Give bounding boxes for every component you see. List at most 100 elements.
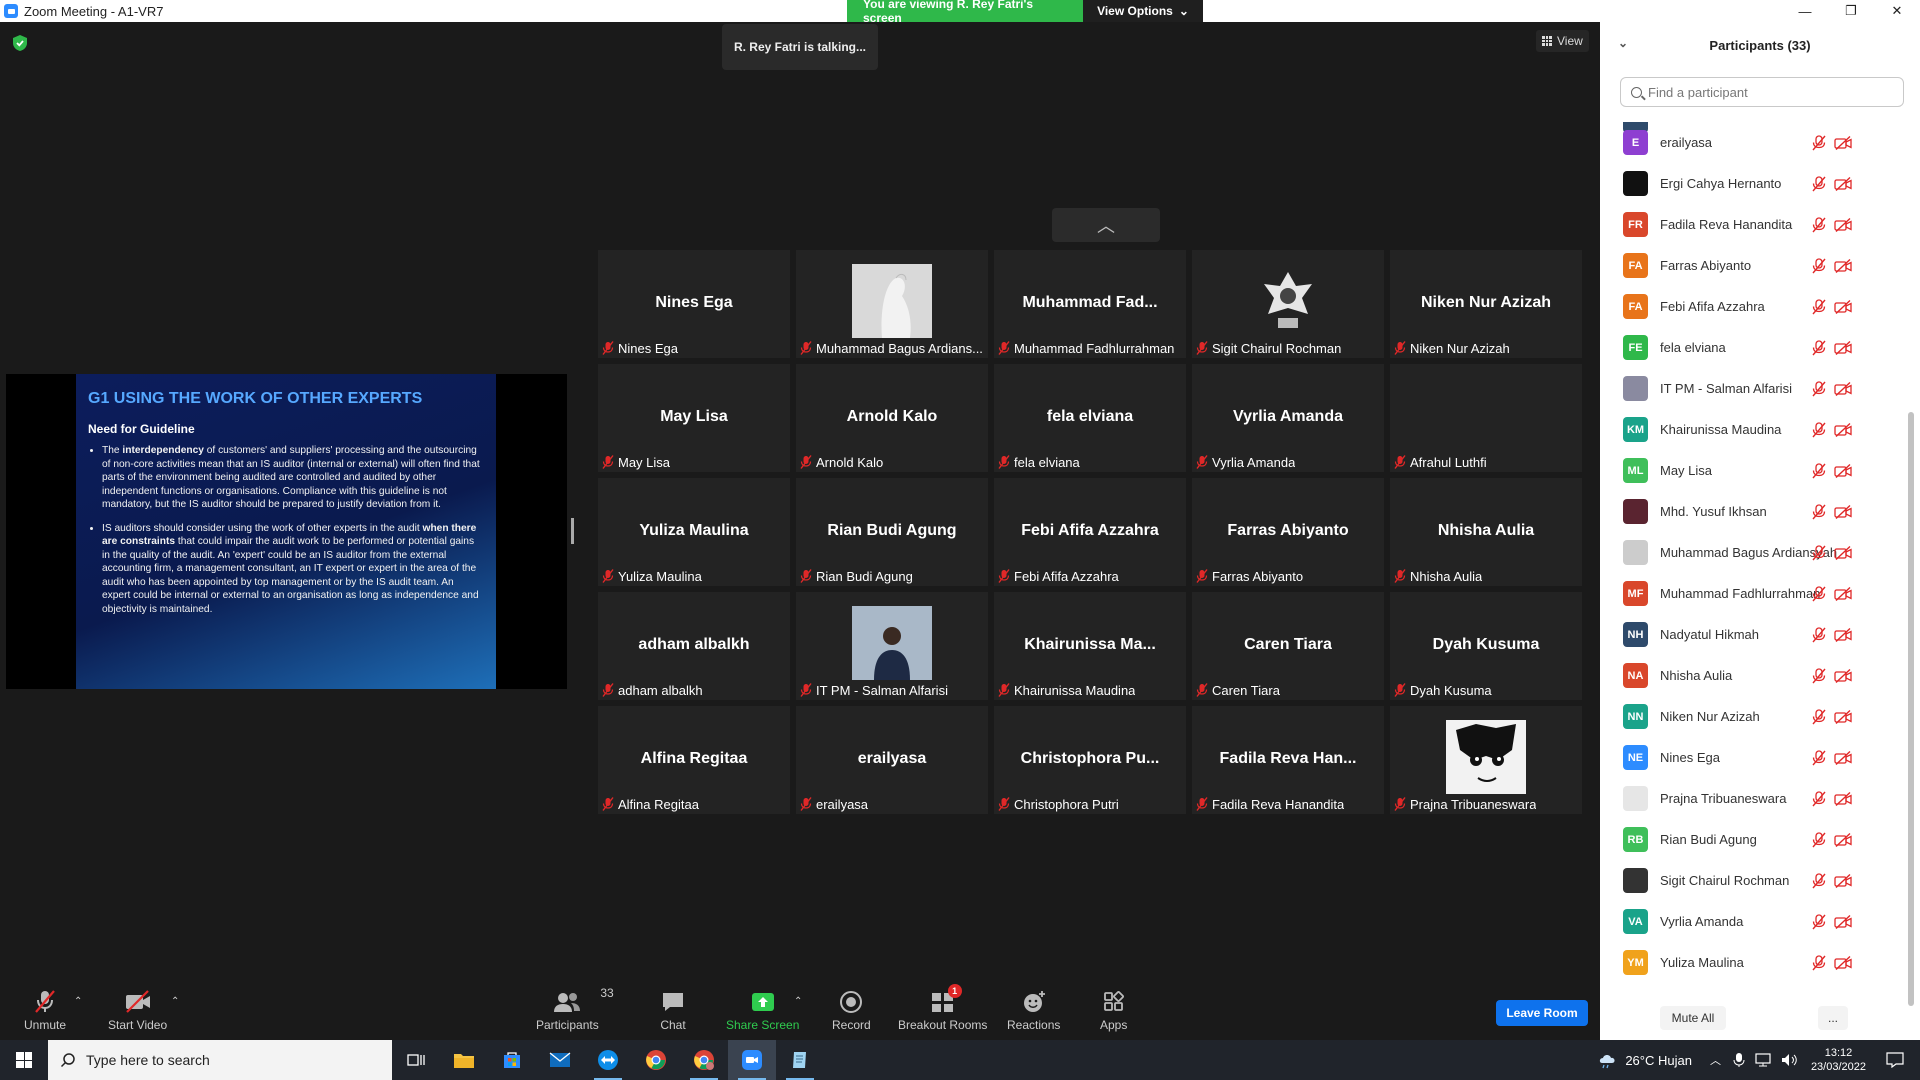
video-tile[interactable]: May Lisa May Lisa <box>598 364 790 472</box>
mic-muted-icon[interactable] <box>1812 954 1826 971</box>
view-options-button[interactable]: View Options ⌄ <box>1083 0 1203 22</box>
video-off-icon[interactable] <box>1834 422 1852 437</box>
microsoft-store-icon[interactable] <box>488 1040 536 1080</box>
more-options-button[interactable]: ... <box>1818 1006 1848 1030</box>
start-video-button[interactable]: Start Video <box>108 988 167 1032</box>
video-off-icon[interactable] <box>1834 750 1852 765</box>
video-tile[interactable]: Nines Ega Nines Ega <box>598 250 790 358</box>
weather-text[interactable]: 26°C Hujan <box>1625 1053 1692 1068</box>
volume-icon[interactable] <box>1781 1053 1799 1067</box>
participant-row[interactable]: MF Muhammad Fadhlurrahman <box>1600 573 1906 614</box>
participant-row[interactable]: FA Farras Abiyanto <box>1600 245 1906 286</box>
task-view-icon[interactable] <box>392 1040 440 1080</box>
participant-row[interactable]: NA Nhisha Aulia <box>1600 655 1906 696</box>
video-off-icon[interactable] <box>1834 381 1852 396</box>
mic-muted-icon[interactable] <box>1812 913 1826 930</box>
mic-muted-icon[interactable] <box>1812 790 1826 807</box>
gallery-page-up-button[interactable]: ︿ <box>1052 208 1160 242</box>
video-off-icon[interactable] <box>1834 545 1852 560</box>
video-off-icon[interactable] <box>1834 709 1852 724</box>
video-tile[interactable]: adham albalkh adham albalkh <box>598 592 790 700</box>
zoom-taskbar-icon[interactable] <box>728 1040 776 1080</box>
video-off-icon[interactable] <box>1834 135 1852 150</box>
video-off-icon[interactable] <box>1834 955 1852 970</box>
participant-row[interactable]: VA Vyrlia Amanda <box>1600 901 1906 942</box>
view-layout-button[interactable]: View <box>1536 30 1589 52</box>
mic-muted-icon[interactable] <box>1812 503 1826 520</box>
participant-row[interactable]: IT PM - Salman Alfarisi <box>1600 368 1906 409</box>
video-tile[interactable]: Caren Tiara Caren Tiara <box>1192 592 1384 700</box>
participant-row[interactable]: Sigit Chairul Rochman <box>1600 860 1906 901</box>
mic-muted-icon[interactable] <box>1812 708 1826 725</box>
participant-search-input[interactable]: Find a participant <box>1620 77 1904 107</box>
video-off-icon[interactable] <box>1834 791 1852 806</box>
video-tile[interactable]: Nhisha Aulia Nhisha Aulia <box>1390 478 1582 586</box>
participant-row[interactable]: Prajna Tribuaneswara <box>1600 778 1906 819</box>
participant-row[interactable]: KM Khairunissa Maudina <box>1600 409 1906 450</box>
mic-muted-icon[interactable] <box>1812 462 1826 479</box>
video-tile[interactable]: Afrahul Luthfi <box>1390 364 1582 472</box>
video-tile[interactable]: Fadila Reva Han... Fadila Reva Hanandita <box>1192 706 1384 814</box>
video-tile[interactable]: Muhammad Bagus Ardians... <box>796 250 988 358</box>
video-tile[interactable]: Alfina Regitaa Alfina Regitaa <box>598 706 790 814</box>
video-off-icon[interactable] <box>1834 668 1852 683</box>
video-off-icon[interactable] <box>1834 914 1852 929</box>
record-button[interactable]: Record <box>832 988 871 1032</box>
mute-all-button[interactable]: Mute All <box>1660 1006 1726 1030</box>
mic-muted-icon[interactable] <box>1812 667 1826 684</box>
mic-muted-icon[interactable] <box>1812 216 1826 233</box>
video-off-icon[interactable] <box>1834 504 1852 519</box>
video-off-icon[interactable] <box>1834 873 1852 888</box>
video-off-icon[interactable] <box>1834 217 1852 232</box>
video-off-icon[interactable] <box>1834 258 1852 273</box>
video-tile[interactable]: Christophora Pu... Christophora Putri <box>994 706 1186 814</box>
video-tile[interactable]: Febi Afifa Azzahra Febi Afifa Azzahra <box>994 478 1186 586</box>
chat-button[interactable]: Chat <box>660 988 686 1032</box>
chrome-icon[interactable] <box>632 1040 680 1080</box>
taskbar-clock[interactable]: 13:12 23/03/2022 <box>1811 1046 1866 1074</box>
notifications-icon[interactable] <box>1886 1052 1904 1068</box>
participant-row[interactable]: Muhammad Bagus Ardiansyah <box>1600 532 1906 573</box>
teamviewer-icon[interactable] <box>584 1040 632 1080</box>
split-view-handle[interactable] <box>571 518 574 544</box>
mic-muted-icon[interactable] <box>1812 380 1826 397</box>
mail-icon[interactable] <box>536 1040 584 1080</box>
share-options-caret[interactable]: ⌃ <box>794 996 802 1007</box>
video-tile[interactable]: fela elviana fela elviana <box>994 364 1186 472</box>
video-tile[interactable]: Muhammad Fad... Muhammad Fadhlurrahman <box>994 250 1186 358</box>
video-tile[interactable]: Rian Budi Agung Rian Budi Agung <box>796 478 988 586</box>
video-tile[interactable]: Vyrlia Amanda Vyrlia Amanda <box>1192 364 1384 472</box>
mic-muted-icon[interactable] <box>1812 421 1826 438</box>
participant-row[interactable]: RB Rian Budi Agung <box>1600 819 1906 860</box>
mic-muted-icon[interactable] <box>1812 298 1826 315</box>
video-tile[interactable]: Farras Abiyanto Farras Abiyanto <box>1192 478 1384 586</box>
participant-row[interactable]: FR Fadila Reva Hanandita <box>1600 204 1906 245</box>
video-off-icon[interactable] <box>1834 627 1852 642</box>
video-tile[interactable]: Yuliza Maulina Yuliza Maulina <box>598 478 790 586</box>
taskbar-search-box[interactable]: Type here to search <box>48 1040 392 1080</box>
notepad-icon[interactable] <box>776 1040 824 1080</box>
start-button[interactable] <box>0 1040 48 1080</box>
participant-row[interactable]: Eerailyasa <box>1600 122 1906 163</box>
video-tile[interactable]: erailyasa erailyasa <box>796 706 988 814</box>
mic-muted-icon[interactable] <box>1812 175 1826 192</box>
mic-muted-icon[interactable] <box>1812 544 1826 561</box>
mic-muted-icon[interactable] <box>1812 339 1826 356</box>
mic-muted-icon[interactable] <box>1812 872 1826 889</box>
participants-button[interactable]: 33 Participants <box>536 986 614 1032</box>
collapse-panel-chevron-icon[interactable]: ⌄ <box>1618 36 1628 50</box>
video-options-caret[interactable]: ⌃ <box>171 996 179 1007</box>
participant-row[interactable]: YM Yuliza Maulina <box>1600 942 1906 983</box>
video-tile[interactable]: Khairunissa Ma... Khairunissa Maudina <box>994 592 1186 700</box>
microphone-tray-icon[interactable] <box>1733 1052 1745 1068</box>
video-tile[interactable]: Sigit Chairul Rochman <box>1192 250 1384 358</box>
participant-row[interactable]: NN Niken Nur Azizah <box>1600 696 1906 737</box>
video-tile[interactable]: Niken Nur Azizah Niken Nur Azizah <box>1390 250 1582 358</box>
encryption-shield-icon[interactable] <box>12 34 28 52</box>
participant-row[interactable]: FE fela elviana <box>1600 327 1906 368</box>
video-tile[interactable]: Arnold Kalo Arnold Kalo <box>796 364 988 472</box>
participant-row[interactable]: NE Nines Ega <box>1600 737 1906 778</box>
participant-row[interactable]: Mhd. Yusuf Ikhsan <box>1600 491 1906 532</box>
participant-row[interactable]: FA Febi Afifa Azzahra <box>1600 286 1906 327</box>
share-screen-button[interactable]: Share Screen <box>726 988 799 1032</box>
